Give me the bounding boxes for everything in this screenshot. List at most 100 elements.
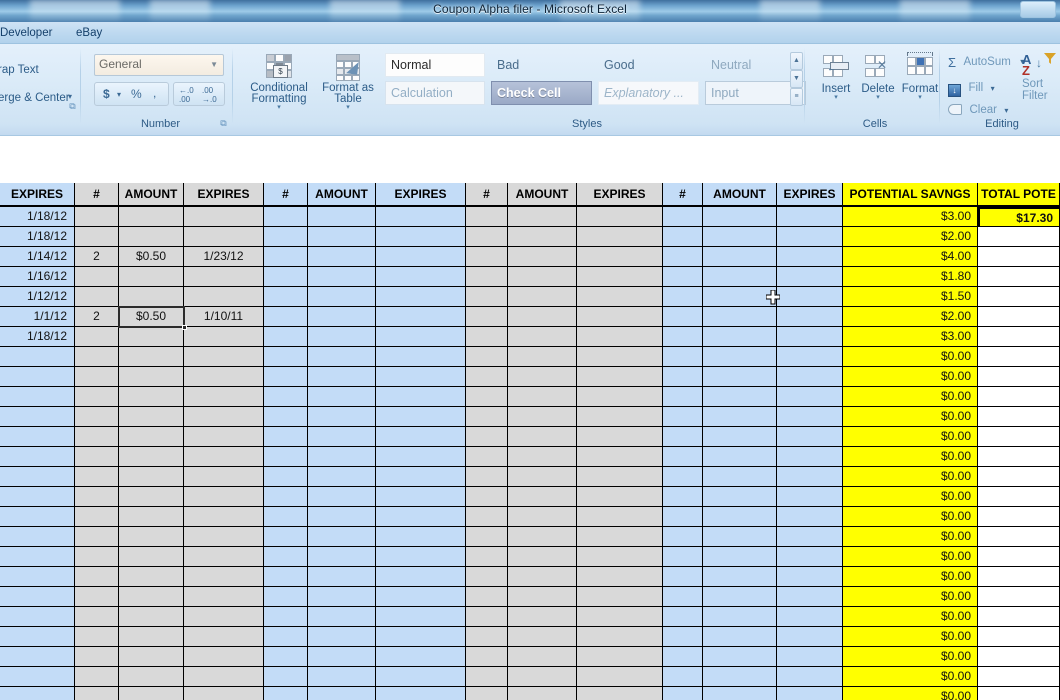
cell-e19[interactable] <box>75 567 119 587</box>
cell-f7[interactable] <box>119 327 184 347</box>
cell-m5[interactable] <box>577 287 663 307</box>
cell-h6[interactable] <box>264 307 308 327</box>
cell-k11[interactable] <box>466 407 508 427</box>
cell-m3[interactable] <box>577 247 663 267</box>
cell-i19[interactable] <box>308 567 376 587</box>
cell-o13[interactable] <box>703 447 777 467</box>
cell-f19[interactable] <box>119 567 184 587</box>
cell-n24[interactable] <box>663 667 703 687</box>
cell-i9[interactable] <box>308 367 376 387</box>
cell-p24[interactable] <box>777 667 843 687</box>
cell-k7[interactable] <box>466 327 508 347</box>
cell-i4[interactable] <box>308 267 376 287</box>
fill-dropdown-arrow-icon[interactable]: ▾ <box>991 84 995 93</box>
cell-p4[interactable] <box>777 267 843 287</box>
cell-g8[interactable] <box>184 347 264 367</box>
cell-i14[interactable] <box>308 467 376 487</box>
cell-n20[interactable] <box>663 587 703 607</box>
cell-m23[interactable] <box>577 647 663 667</box>
cell-q8[interactable]: $0.00 <box>843 347 978 367</box>
cell-m21[interactable] <box>577 607 663 627</box>
cell-q13[interactable]: $0.00 <box>843 447 978 467</box>
cell-q10[interactable]: $0.00 <box>843 387 978 407</box>
cell-p13[interactable] <box>777 447 843 467</box>
cell-l25[interactable] <box>508 687 577 700</box>
cell-m13[interactable] <box>577 447 663 467</box>
cell-e11[interactable] <box>75 407 119 427</box>
cell-l10[interactable] <box>508 387 577 407</box>
cell-k10[interactable] <box>466 387 508 407</box>
cell-e12[interactable] <box>75 427 119 447</box>
cell-n2[interactable] <box>663 227 703 247</box>
cell-g13[interactable] <box>184 447 264 467</box>
cell-h20[interactable] <box>264 587 308 607</box>
cell-g2[interactable] <box>184 227 264 247</box>
cell-h2[interactable] <box>264 227 308 247</box>
cell-o8[interactable] <box>703 347 777 367</box>
cell-l6[interactable] <box>508 307 577 327</box>
cell-f10[interactable] <box>119 387 184 407</box>
cell-d19[interactable] <box>0 567 75 587</box>
cell-d11[interactable] <box>0 407 75 427</box>
cell-l1[interactable] <box>508 207 577 227</box>
cell-f23[interactable] <box>119 647 184 667</box>
cell-m12[interactable] <box>577 427 663 447</box>
clear-dropdown-arrow-icon[interactable]: ▾ <box>1004 106 1008 115</box>
cell-e8[interactable] <box>75 347 119 367</box>
cell-d22[interactable] <box>0 627 75 647</box>
cell-g19[interactable] <box>184 567 264 587</box>
cell-i10[interactable] <box>308 387 376 407</box>
worksheet-grid[interactable]: EXPIRES # AMOUNT EXPIRES # AMOUNT EXPIRES # AMOU… <box>0 137 1060 700</box>
cell-g23[interactable] <box>184 647 264 667</box>
cell-o12[interactable] <box>703 427 777 447</box>
cell-g24[interactable] <box>184 667 264 687</box>
table-row[interactable]: $0.00 <box>0 367 1060 387</box>
table-row[interactable]: $0.00 <box>0 647 1060 667</box>
cell-j20[interactable] <box>376 587 466 607</box>
cell-n6[interactable] <box>663 307 703 327</box>
table-row[interactable]: $0.00 <box>0 527 1060 547</box>
cell-n1[interactable] <box>663 207 703 227</box>
cell-l16[interactable] <box>508 507 577 527</box>
cell-j4[interactable] <box>376 267 466 287</box>
cell-l11[interactable] <box>508 407 577 427</box>
cell-p11[interactable] <box>777 407 843 427</box>
cell-j3[interactable] <box>376 247 466 267</box>
cell-o22[interactable] <box>703 627 777 647</box>
cell-q12[interactable]: $0.00 <box>843 427 978 447</box>
cell-f17[interactable] <box>119 527 184 547</box>
cell-f25[interactable] <box>119 687 184 700</box>
merge-dropdown-arrow-icon[interactable]: ▾ <box>68 92 72 101</box>
cell-d20[interactable] <box>0 587 75 607</box>
cell-e15[interactable] <box>75 487 119 507</box>
cell-m22[interactable] <box>577 627 663 647</box>
cell-g12[interactable] <box>184 427 264 447</box>
cell-p6[interactable] <box>777 307 843 327</box>
cell-e21[interactable] <box>75 607 119 627</box>
cell-style-good[interactable]: Good <box>598 53 699 77</box>
cell-k24[interactable] <box>466 667 508 687</box>
cell-i6[interactable] <box>308 307 376 327</box>
cell-e25[interactable] <box>75 687 119 700</box>
table-row[interactable]: 1/14/12 2 $0.50 1/23/12 $4.00 <box>0 247 1060 267</box>
cell-g15[interactable] <box>184 487 264 507</box>
cell-i7[interactable] <box>308 327 376 347</box>
cell-k9[interactable] <box>466 367 508 387</box>
cell-l21[interactable] <box>508 607 577 627</box>
cell-g18[interactable] <box>184 547 264 567</box>
table-row[interactable]: 1/1/12 2 $0.50 1/10/11 $2.00 <box>0 307 1060 327</box>
cell-e3[interactable]: 2 <box>75 247 119 267</box>
cell-n7[interactable] <box>663 327 703 347</box>
cell-r20[interactable] <box>978 587 1060 607</box>
cell-e24[interactable] <box>75 667 119 687</box>
cell-g22[interactable] <box>184 627 264 647</box>
cell-n17[interactable] <box>663 527 703 547</box>
cell-e14[interactable] <box>75 467 119 487</box>
cell-h23[interactable] <box>264 647 308 667</box>
cell-q22[interactable]: $0.00 <box>843 627 978 647</box>
cell-h10[interactable] <box>264 387 308 407</box>
cell-j25[interactable] <box>376 687 466 700</box>
cell-h15[interactable] <box>264 487 308 507</box>
cell-q2[interactable]: $2.00 <box>843 227 978 247</box>
cell-g3[interactable]: 1/23/12 <box>184 247 264 267</box>
